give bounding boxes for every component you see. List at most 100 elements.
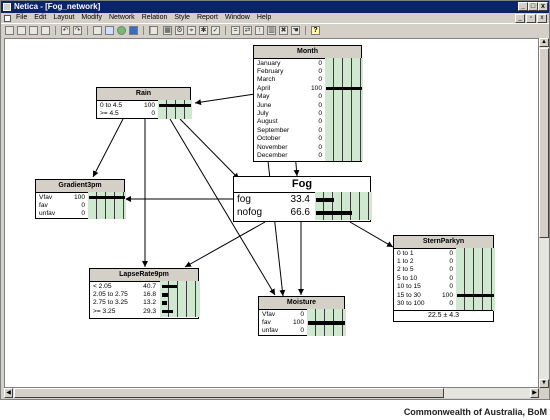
state-row[interactable]: 0 to 1 0 — [394, 250, 493, 258]
menu-layout[interactable]: Layout — [53, 13, 74, 23]
node-rain[interactable]: Rain 0 to 4.5 100 >= 4.5 0 — [96, 87, 192, 119]
scroll-left-icon[interactable]: ◀ — [4, 388, 13, 398]
state-row[interactable]: 5 to 10 0 — [394, 275, 493, 283]
minimize-icon[interactable]: _ — [518, 2, 528, 11]
state-row[interactable]: November 0 — [254, 144, 361, 152]
state-row[interactable]: 2.75 to 3.25 13.2 — [90, 299, 198, 307]
scroll-right-icon[interactable]: ▶ — [530, 388, 539, 398]
state-row[interactable]: fav 0 — [36, 202, 124, 210]
state-probability: 33.4 — [290, 194, 310, 205]
node-lapserate9pm[interactable]: LapseRate9pm < 2.05 40.7 2.05 to 2.75 16.8 2… — [89, 268, 200, 319]
state-probability: 29.3 — [143, 307, 156, 315]
state-row[interactable]: >= 4.5 0 — [97, 110, 190, 118]
scroll-down-icon[interactable]: ▼ — [539, 379, 549, 388]
state-row[interactable]: March 0 — [254, 76, 361, 84]
node-gradient3pm[interactable]: Gradient3pm Vfav 100 fav 0 unfav 0 — [35, 179, 126, 220]
state-row[interactable]: >= 3.25 29.3 — [90, 308, 198, 316]
menu-window[interactable]: Window — [225, 13, 250, 23]
help-icon[interactable]: ? — [311, 26, 320, 35]
doc-minimize-icon[interactable]: _ — [515, 14, 525, 23]
node-sternparkyn[interactable]: SternParkyn 22.5 ± 4.3 0 to 101 to 202 t… — [393, 235, 495, 322]
state-row[interactable]: September 0 — [254, 127, 361, 135]
arrange-icon[interactable]: ⌖ — [187, 26, 196, 35]
node-month[interactable]: Month January 0 February 0 March 0 April 100 May… — [253, 45, 363, 162]
vertical-scroll-thumb[interactable] — [539, 48, 549, 238]
state-row[interactable]: Vfav 100 — [36, 193, 125, 202]
save-icon[interactable] — [29, 26, 38, 35]
link-icon[interactable]: ⎸ — [149, 26, 158, 35]
menu-style[interactable]: Style — [174, 13, 190, 23]
state-row[interactable]: January 0 — [254, 60, 361, 68]
rect-node-icon[interactable] — [105, 26, 114, 35]
scroll-up-icon[interactable]: ▲ — [539, 38, 549, 47]
state-row[interactable]: 1 to 2 0 — [394, 258, 493, 266]
network-canvas[interactable]: Month January 0 February 0 March 0 April 100 May… — [4, 38, 539, 388]
state-row[interactable]: December 0 — [254, 152, 361, 160]
state-label: 15 to 30 — [397, 291, 421, 299]
state-row[interactable]: October 0 — [254, 135, 361, 143]
new-icon[interactable] — [5, 26, 14, 35]
state-row[interactable]: 30 to 100 0 — [394, 300, 493, 308]
vertical-scrollbar[interactable]: ▲ ▼ — [539, 38, 549, 388]
hand-icon[interactable]: ☚ — [291, 26, 300, 35]
state-row[interactable]: 2.05 to 2.75 16.8 — [90, 291, 198, 299]
menu-file[interactable]: File — [16, 13, 27, 23]
open-icon[interactable] — [17, 26, 26, 35]
state-row[interactable]: unfav 0 — [259, 327, 344, 335]
menu-edit[interactable]: Edit — [34, 13, 46, 23]
state-probability: 100 — [73, 193, 85, 201]
state-row[interactable]: April 100 — [254, 85, 362, 93]
toolbar-separator — [143, 26, 144, 35]
decision-node-icon[interactable] — [129, 26, 138, 35]
state-row[interactable]: 0 to 4.5 100 — [97, 102, 191, 110]
state-row[interactable]: July 0 — [254, 110, 361, 118]
compile-icon[interactable]: ⚙ — [175, 26, 184, 35]
state-row[interactable]: < 2.05 40.7 — [90, 283, 198, 291]
state-row[interactable]: 10 to 15 0 — [394, 283, 493, 291]
swap-icon[interactable]: ⇄ — [243, 26, 252, 35]
learn-icon[interactable]: ✱ — [199, 26, 208, 35]
state-row[interactable]: February 0 — [254, 68, 361, 76]
menu-modify[interactable]: Modify — [81, 13, 102, 23]
table-icon[interactable]: ▦ — [163, 26, 172, 35]
undo-icon[interactable]: ↶ — [61, 26, 70, 35]
app-icon — [3, 3, 11, 11]
toolbar: ↶ ↷ ⎸ ▦ ⚙ ⌖ ✱ ✓ = ⇄ ↑ ▥ ✖ ☚ ? — [1, 23, 549, 37]
up-arrow-icon[interactable]: ↑ — [255, 26, 264, 35]
state-label: 2 to 5 — [397, 266, 414, 274]
state-row[interactable]: June 0 — [254, 102, 361, 110]
redo-icon[interactable]: ↷ — [73, 26, 82, 35]
menu-help[interactable]: Help — [257, 13, 271, 23]
print-icon[interactable] — [41, 26, 50, 35]
node-fog[interactable]: Fog fog 33.4 nofog 66.6 — [233, 176, 372, 222]
state-row[interactable]: August 0 — [254, 118, 361, 126]
doc-close-icon[interactable]: x — [537, 14, 547, 23]
document-icon[interactable] — [4, 15, 11, 22]
state-probability: 0 — [300, 310, 304, 318]
circle-node-icon[interactable] — [117, 26, 126, 35]
state-probability: 0 — [318, 126, 322, 134]
state-row[interactable]: fav 100 — [259, 319, 345, 327]
state-probability: 0 — [318, 151, 322, 159]
equal-icon[interactable]: = — [231, 26, 240, 35]
menu-relation[interactable]: Relation — [142, 13, 168, 23]
menu-network[interactable]: Network — [109, 13, 135, 23]
node-moisture[interactable]: Moisture Vfav 0 fav 100 unfav 0 — [258, 296, 346, 337]
bars-icon[interactable]: ▥ — [267, 26, 276, 35]
check-icon[interactable]: ✓ — [211, 26, 220, 35]
state-row[interactable]: unfav 0 — [36, 210, 124, 218]
horizontal-scroll-thumb[interactable] — [14, 388, 444, 398]
doc-restore-icon[interactable]: ▫ — [526, 14, 536, 23]
state-row[interactable]: fog 33.4 — [234, 193, 370, 206]
state-row[interactable]: 15 to 30 100 — [394, 291, 494, 300]
state-row[interactable]: nofog 66.6 — [234, 206, 370, 219]
ellipse-node-icon[interactable] — [93, 26, 102, 35]
state-row[interactable]: Vfav 0 — [259, 311, 344, 319]
close-icon[interactable]: x — [538, 2, 548, 11]
maximize-icon[interactable]: □ — [528, 2, 538, 11]
menu-report[interactable]: Report — [197, 13, 218, 23]
state-row[interactable]: 2 to 5 0 — [394, 266, 493, 274]
horizontal-scrollbar[interactable]: ◀ ▶ — [4, 388, 539, 398]
delete-icon[interactable]: ✖ — [279, 26, 288, 35]
state-row[interactable]: May 0 — [254, 93, 361, 101]
